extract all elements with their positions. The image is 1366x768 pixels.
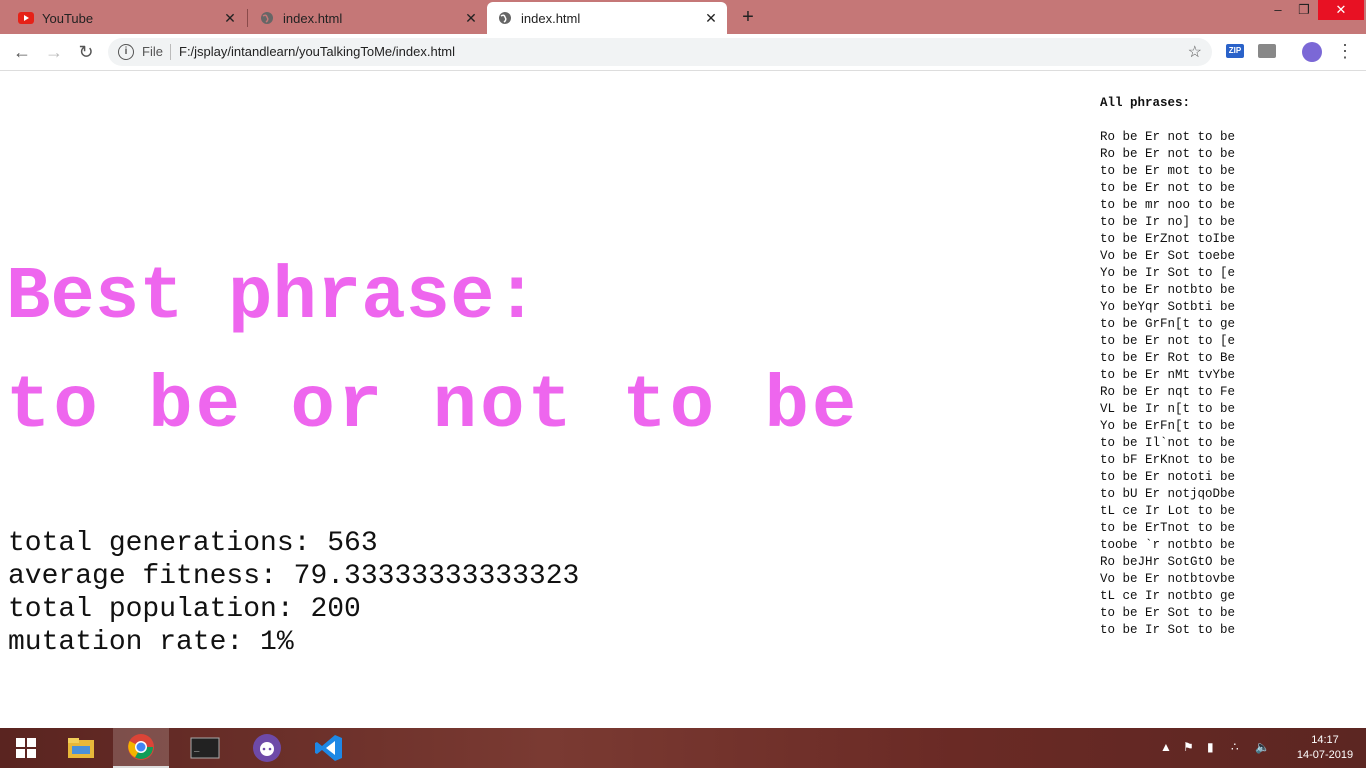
url-text[interactable]: F:/jsplay/intandlearn/youTalkingToMe/ind… [179,44,455,59]
windows-icon [16,738,36,758]
phrase-item: to be Ir Sot to be [1100,623,1236,637]
phrase-item: to be mr noo to be [1100,198,1236,212]
address-bar[interactable]: i File F:/jsplay/intandlearn/youTalkingT… [108,38,1212,66]
phrase-item: to be Er nMt tvYbe [1100,368,1236,382]
stat-mutation-rate: mutation rate: 1% [8,627,294,658]
file-explorer-button[interactable] [53,728,109,768]
vscode-button[interactable] [301,728,357,768]
system-clock[interactable]: 14:17 14-07-2019 [1290,733,1360,763]
phrase-item: tL ce Ir notbto ge [1100,589,1236,603]
start-button[interactable] [0,728,52,768]
phrase-item: to be Er not to [e [1100,334,1236,348]
battery-icon[interactable]: ▮ [1207,740,1214,754]
phrase-item: VL be Ir n[t to be [1100,402,1236,416]
vscode-icon [315,735,342,761]
phrase-item: to be Er Sot to be [1100,606,1236,620]
phrase-item: to be Er mot to be [1100,164,1236,178]
phrase-item: to be ErTnot to be [1100,521,1236,535]
folder-icon [68,738,94,758]
terminal-icon: _ [190,737,220,759]
tab-divider [247,9,248,27]
terminal-button[interactable]: _ [177,728,233,768]
globe-icon [497,10,513,26]
phrase-item: tL ce Ir Lot to be [1100,504,1236,518]
omnibox-divider [170,44,171,60]
avatar[interactable] [1302,42,1322,62]
info-icon[interactable]: i [118,44,134,60]
phrase-item: Yo be Ir Sot to [e [1100,266,1236,280]
github-icon [253,734,281,762]
phrase-item: to be Er nototi be [1100,470,1236,484]
chrome-icon [128,734,154,760]
stat-total-population: total population: 200 [8,594,361,625]
new-tab-button[interactable]: + [737,6,759,28]
phrase-list: Ro be Er not to be Ro be Er not to be to b… [1100,129,1235,639]
volume-icon[interactable]: 🔈 [1255,740,1270,754]
stats-block: total generations: 563 average fitness: … [8,527,579,659]
stat-total-generations: total generations: 563 [8,528,378,559]
flag-icon[interactable]: ⚑ [1183,740,1194,754]
phrase-item: Yo beYqr Sotbti be [1100,300,1236,314]
phrase-item: Yo be ErFn[t to be [1100,419,1236,433]
bookmark-star-icon[interactable]: ☆ [1188,42,1202,62]
phrase-item: to be GrFn[t to ge [1100,317,1236,331]
phrase-item: to be Ir no] to be [1100,215,1236,229]
phrase-item: toobe `r notbto be [1100,538,1236,552]
phrase-item: to be Er notbto be [1100,283,1236,297]
phrase-item: Ro be Er nqt to Fe [1100,385,1236,399]
close-tab-icon[interactable]: ✕ [463,10,479,26]
tab-youtube[interactable]: YouTube ✕ [8,2,246,34]
network-icon[interactable]: ∴ [1231,740,1239,754]
close-window-button[interactable]: ✕ [1318,0,1364,20]
clock-date: 14-07-2019 [1296,749,1354,761]
stat-average-fitness: average fitness: 79.33333333333323 [8,561,580,592]
tab-title: YouTube [42,10,94,26]
close-tab-icon[interactable]: ✕ [222,10,238,26]
phrase-item: Vo be Er notbtovbe [1100,572,1236,586]
page-content: Best phrase: to be or not to be total ge… [0,71,1366,728]
globe-icon [259,10,275,26]
zip-extension-icon[interactable]: ZIP [1226,44,1244,58]
restore-button[interactable]: ❐ [1290,0,1318,20]
media-extension-icon[interactable] [1258,44,1276,58]
tab-title: index.html [283,10,343,26]
minimize-button[interactable]: – [1264,0,1292,20]
browser-toolbar: ← → ↻ i File F:/jsplay/intandlearn/youTa… [0,34,1366,71]
tab-strip: YouTube ✕ index.html ✕ index.html ✕ + – … [0,0,1366,34]
best-phrase-value: to be or not to be [6,365,860,449]
github-desktop-button[interactable] [239,728,295,768]
tab-title: index.html [521,10,581,26]
taskbar: _ ▲ ⚑ ▮ ∴ 🔈 14:17 14-07-2019 [0,728,1366,768]
scheme-label: File [142,44,163,59]
clock-time: 14:17 [1311,734,1339,746]
forward-button[interactable]: → [42,40,66,64]
phrase-item: to be Er Rot to Be [1100,351,1236,365]
tray-expand-icon[interactable]: ▲ [1160,740,1172,754]
phrase-item: to bU Er notjqoDbe [1100,487,1236,501]
menu-icon[interactable]: ⋮ [1336,40,1354,62]
close-tab-icon[interactable]: ✕ [703,10,719,26]
back-button[interactable]: ← [10,40,34,64]
youtube-icon [18,10,34,26]
svg-text:_: _ [193,744,200,754]
tab-index-active[interactable]: index.html ✕ [487,2,727,34]
tab-index-1[interactable]: index.html ✕ [249,2,487,34]
phrase-item: Ro be Er not to be [1100,130,1236,144]
phrase-item: to bF ErKnot to be [1100,453,1236,467]
all-phrases-panel: All phrases: Ro be Er not to be Ro be Er … [1100,95,1235,639]
best-phrase-title: Best phrase: [6,256,539,340]
phrase-item: to be Er not to be [1100,181,1236,195]
phrase-item: Vo be Er Sot toebe [1100,249,1236,263]
phrase-item: to be ErZnot toIbe [1100,232,1236,246]
reload-button[interactable]: ↻ [74,40,98,64]
phrase-item: Ro beJHr SotGtO be [1100,555,1236,569]
chrome-button[interactable] [113,728,169,768]
phrase-item: to be Il`not to be [1100,436,1236,450]
phrase-item: Ro be Er not to be [1100,147,1236,161]
all-phrases-header: All phrases: [1100,96,1191,110]
